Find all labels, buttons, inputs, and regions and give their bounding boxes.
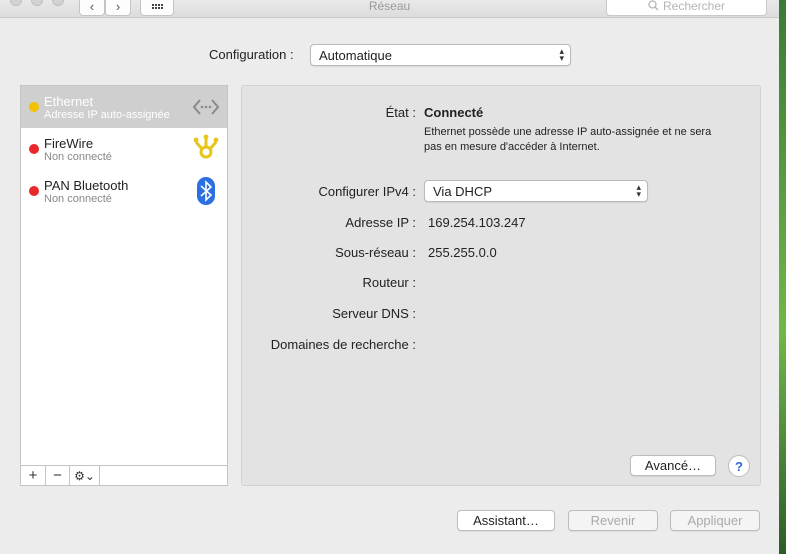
service-item-firewire[interactable]: FireWire Non connecté [21,128,227,170]
search-icon [648,0,659,11]
service-status: Non connecté [44,151,112,163]
subnet-value: 255.255.0.0 [428,245,497,260]
subnet-label: Sous-réseau : [335,245,416,260]
service-item-pan-bluetooth[interactable]: PAN Bluetooth Non connecté [21,170,227,212]
configure-ipv4-label: Configurer IPv4 : [318,184,416,199]
plus-icon: + [28,467,38,484]
network-preferences-window: ‹ › Réseau Rechercher Configuration : Au… [0,0,779,554]
help-button[interactable]: ? [728,455,750,477]
etat-label: État : [385,105,416,120]
status-dot-red [29,144,39,154]
minus-icon: − [53,467,62,484]
gear-icon: ⚙︎⌄ [74,468,95,483]
search-placeholder: Rechercher [662,0,726,13]
search-domains-label: Domaines de recherche : [270,337,416,352]
status-description: Ethernet possède une adresse IP auto-ass… [424,126,712,153]
assistant-button[interactable]: Assistant… [457,510,555,531]
service-list-toolbar: + − ⚙︎⌄ [21,465,227,485]
router-label: Routeur : [362,275,416,290]
desktop-background [779,0,786,554]
updown-chevron-icon: ▴ ▾ [636,182,641,199]
service-actions-button[interactable]: ⚙︎⌄ [70,466,100,485]
configure-ipv4-popup[interactable]: Via DHCP ▴ ▾ [424,180,648,202]
title-bar: ‹ › Réseau Rechercher [0,0,779,18]
search-field[interactable]: Rechercher [606,0,767,16]
remove-service-button[interactable]: − [46,466,70,485]
configuration-value: Automatique [319,47,392,63]
ip-address-label: Adresse IP : [345,215,416,230]
firewire-icon [193,134,219,159]
configure-ipv4-value: Via DHCP [433,183,493,199]
revert-button[interactable]: Revenir [568,510,658,531]
apply-button[interactable]: Appliquer [670,510,760,531]
status-dot-yellow [29,102,39,112]
add-service-button[interactable]: + [21,466,46,485]
dns-server-label: Serveur DNS : [332,306,416,321]
advanced-button[interactable]: Avancé… [630,455,716,476]
service-status: Adresse IP auto-assignée [44,109,170,121]
service-name: Ethernet [44,94,94,109]
service-name: FireWire [44,136,94,151]
configuration-popup[interactable]: Automatique ▴ ▾ [310,44,571,66]
ip-address-value: 169.254.103.247 [428,215,526,230]
configuration-label: Configuration : [209,47,294,62]
service-name: PAN Bluetooth [44,178,129,193]
updown-chevron-icon: ▴ ▾ [559,46,564,63]
etat-value: Connecté [424,105,484,120]
status-dot-red [29,186,39,196]
service-status: Non connecté [44,193,112,205]
service-item-ethernet[interactable]: Ethernet Adresse IP auto-assignée [21,86,227,128]
service-list: Ethernet Adresse IP auto-assignée FireWi… [20,85,228,486]
